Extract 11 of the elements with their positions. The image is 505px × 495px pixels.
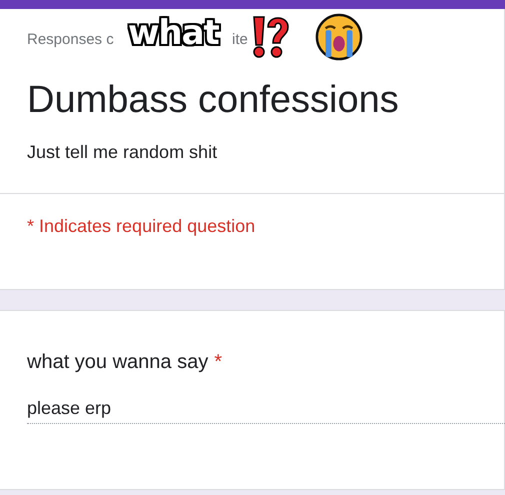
form-title: Dumbass confessions <box>27 79 400 122</box>
exclamation-question-icon <box>250 15 290 59</box>
required-note: * Indicates required question <box>27 215 256 238</box>
responses-notice-fragment: ite <box>232 31 248 48</box>
required-asterisk: * <box>214 351 222 374</box>
form-description: Just tell me random shit <box>27 142 218 163</box>
question-label: what you wanna say <box>27 351 208 374</box>
responses-notice: Responses c <box>27 31 114 48</box>
meme-caption: what <box>128 13 219 53</box>
answer-field[interactable]: please erp <box>27 398 505 424</box>
crying-face-icon <box>315 13 363 61</box>
